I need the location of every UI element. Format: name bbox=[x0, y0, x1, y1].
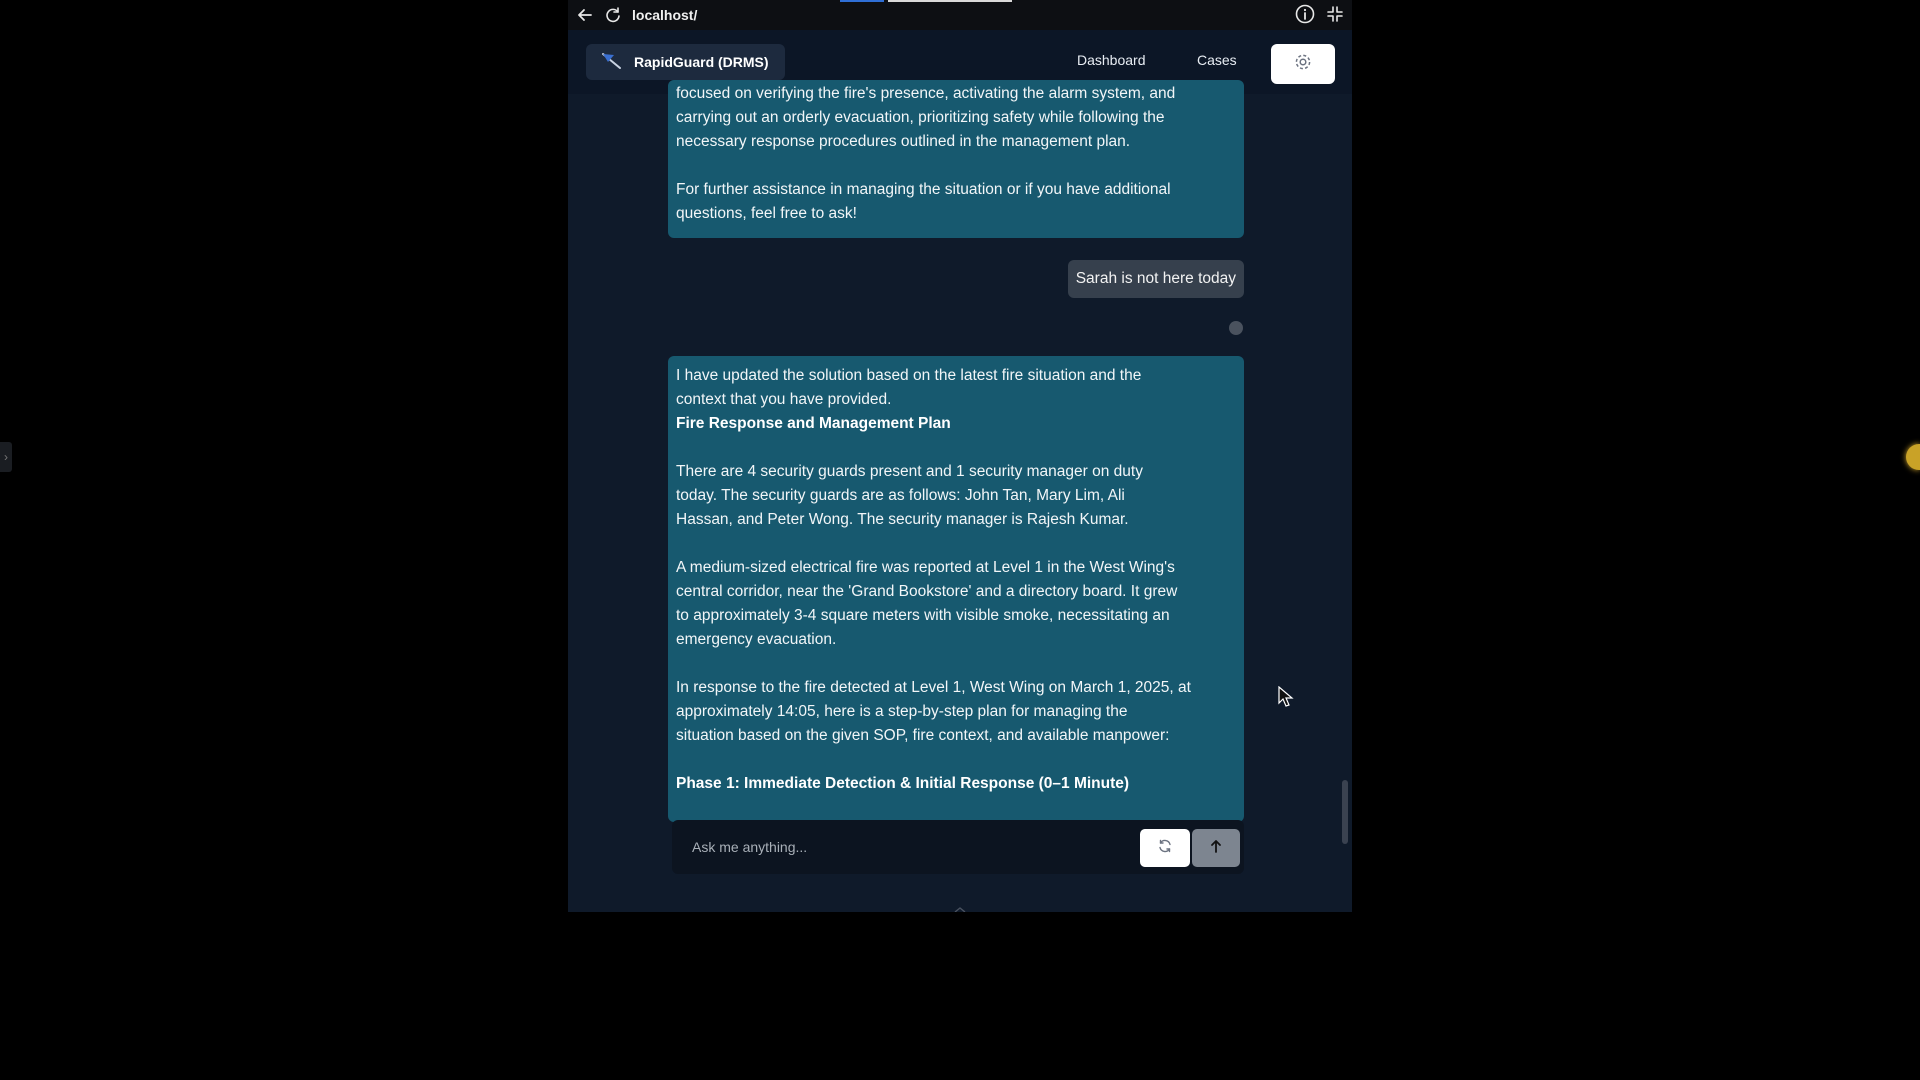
ai-message: I have updated the solution based on the… bbox=[668, 356, 1244, 822]
nav-cases[interactable]: Cases bbox=[1197, 52, 1237, 68]
chevron-up-icon[interactable] bbox=[952, 900, 968, 912]
message-text: focused on verifying the fire's presence… bbox=[676, 85, 1176, 102]
message-text: approximately 14:05, here is a step-by-s… bbox=[676, 703, 1128, 720]
brand-name: RapidGuard (DRMS) bbox=[634, 54, 769, 70]
chat-input[interactable] bbox=[672, 820, 1132, 874]
message-text: situation based on the given SOP, fire c… bbox=[676, 727, 1170, 744]
scrollbar[interactable] bbox=[1342, 780, 1348, 844]
ai-message: focused on verifying the fire's presence… bbox=[668, 80, 1244, 238]
flag-logo-icon bbox=[600, 51, 624, 74]
refresh-icon bbox=[1157, 838, 1173, 859]
arrow-left-icon[interactable] bbox=[574, 4, 596, 26]
user-message: Sarah is not here today bbox=[1067, 260, 1244, 298]
url-text[interactable]: localhost/ bbox=[632, 7, 697, 23]
mouse-cursor-icon bbox=[1278, 685, 1294, 713]
message-text: central corridor, near the 'Grand Bookst… bbox=[676, 583, 1178, 600]
message-heading: Phase 1: Immediate Detection & Initial R… bbox=[676, 775, 1130, 792]
chat-area: focused on verifying the fire's presence… bbox=[568, 80, 1352, 912]
message-text: today. The security guards are as follow… bbox=[676, 487, 1125, 504]
send-button[interactable] bbox=[1192, 829, 1240, 867]
collapse-icon[interactable] bbox=[1324, 3, 1346, 30]
message-text: Sarah is not here today bbox=[1075, 270, 1236, 287]
gear-icon bbox=[1293, 52, 1313, 77]
browser-toolbar: localhost/ bbox=[568, 0, 1352, 30]
chat-input-bar bbox=[672, 820, 1244, 874]
message-text: A medium-sized electrical fire was repor… bbox=[676, 559, 1175, 576]
arrow-up-icon bbox=[1209, 838, 1223, 859]
info-icon[interactable] bbox=[1294, 3, 1316, 30]
settings-button[interactable] bbox=[1271, 44, 1335, 84]
brand-logo-button[interactable]: RapidGuard (DRMS) bbox=[586, 44, 785, 80]
refresh-button[interactable] bbox=[1140, 829, 1190, 867]
message-text: I have updated the solution based on the… bbox=[676, 367, 1142, 384]
message-heading: Fire Response and Management Plan bbox=[676, 415, 951, 432]
reload-icon[interactable] bbox=[602, 4, 624, 26]
message-text: to approximately 3-4 square meters with … bbox=[676, 607, 1170, 624]
message-text: There are 4 security guards present and … bbox=[676, 463, 1143, 480]
loading-progress-track bbox=[888, 0, 1012, 2]
message-text: questions, feel free to ask! bbox=[676, 205, 857, 222]
app-window: localhost/ RapidGuard (DRMS) Dashboard C… bbox=[568, 0, 1352, 912]
message-text: carrying out an orderly evacuation, prio… bbox=[676, 109, 1165, 126]
loading-progress bbox=[840, 0, 884, 2]
message-text: context that you have provided. bbox=[676, 391, 892, 408]
message-text: In response to the fire detected at Leve… bbox=[676, 679, 1191, 696]
message-text: Hassan, and Peter Wong. The security man… bbox=[676, 511, 1129, 528]
typing-indicator bbox=[1229, 321, 1243, 335]
message-text: For further assistance in managing the s… bbox=[676, 181, 1171, 198]
nav-dashboard[interactable]: Dashboard bbox=[1077, 52, 1146, 68]
message-text: emergency evacuation. bbox=[676, 631, 837, 648]
message-text: necessary response procedures outlined i… bbox=[676, 133, 1131, 150]
left-panel-handle[interactable]: › bbox=[0, 442, 12, 472]
extension-indicator[interactable] bbox=[1906, 444, 1920, 470]
